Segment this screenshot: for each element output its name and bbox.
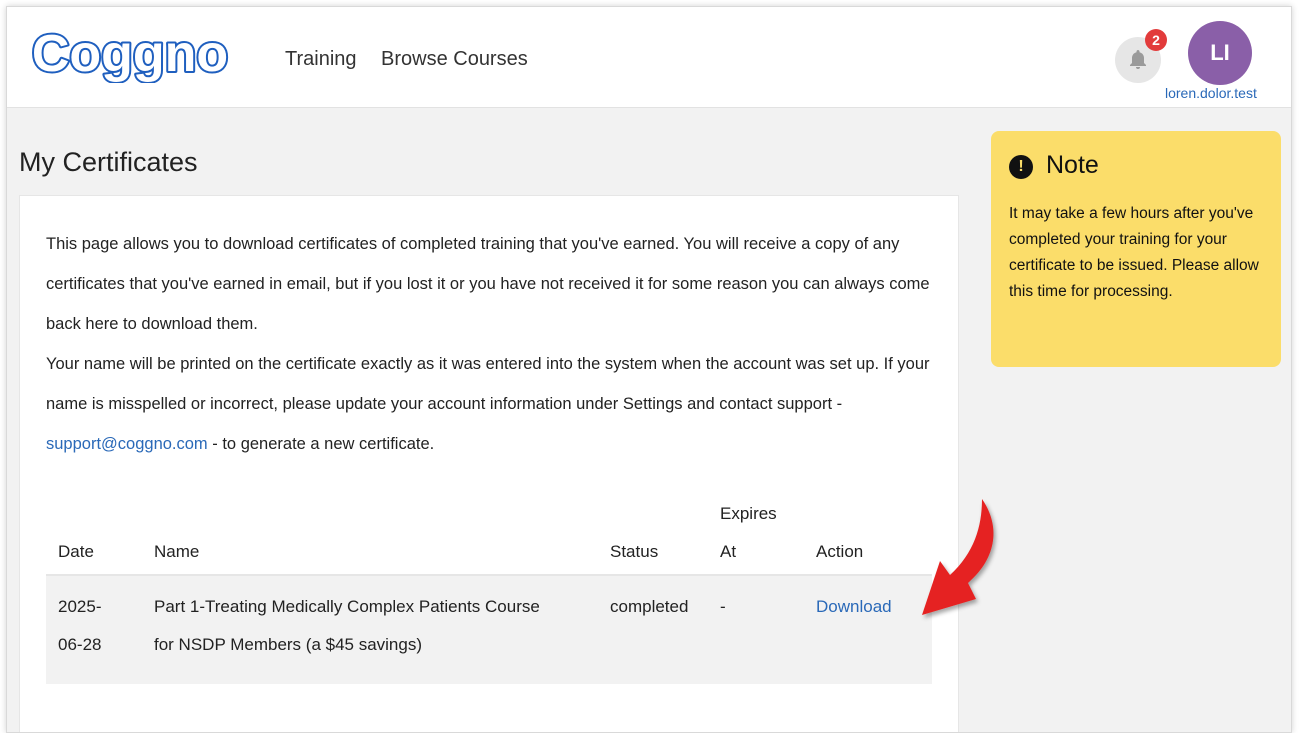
intro-paragraph-1: This page allows you to download certifi…: [46, 235, 930, 333]
row-status: completed: [610, 597, 689, 616]
note-text: It may take a few hours after you've com…: [1009, 205, 1259, 300]
nav-training-link[interactable]: Training: [285, 48, 357, 71]
row-name-line2: for NSDP Members (a $45 savings): [154, 635, 423, 654]
support-email-link[interactable]: support@coggno.com: [46, 435, 208, 453]
logo-text-outline: Coggno: [32, 25, 228, 83]
row-date-line2: 06-28: [58, 635, 102, 654]
col-header-expires-line2: At: [720, 542, 737, 561]
page-title: My Certificates: [19, 147, 198, 177]
notification-count-badge: 2: [1145, 29, 1167, 51]
download-link[interactable]: Download: [816, 588, 892, 626]
user-avatar[interactable]: LI: [1188, 21, 1252, 85]
red-pointer-arrow-icon: [922, 499, 994, 615]
username-link[interactable]: loren.dolor.test: [1165, 85, 1257, 101]
browser-viewport: Coggno Coggno Training Browse Courses 2 …: [6, 6, 1292, 733]
intro-paragraph-2: Your name will be printed on the certifi…: [46, 344, 946, 464]
col-header-date: Date: [58, 542, 94, 561]
intro-text: This page allows you to download certifi…: [46, 224, 946, 464]
intro-paragraph-2-end: - to generate a new certificate.: [207, 435, 435, 453]
exclamation-icon: !: [1009, 155, 1033, 179]
row-expires: -: [720, 597, 726, 616]
note-box: ! Note It may take a few hours after you…: [991, 131, 1281, 367]
note-title: Note: [1046, 151, 1099, 179]
top-navbar: Coggno Coggno Training Browse Courses 2 …: [7, 7, 1291, 108]
table-row: 2025- 06-28 Part 1-Treating Medically Co…: [46, 574, 932, 684]
intro-paragraph-2-start: Your name will be printed on the certifi…: [46, 355, 930, 413]
download-link-text[interactable]: Download: [816, 597, 892, 616]
bell-icon: [1130, 50, 1146, 69]
col-header-action: Action: [816, 542, 864, 561]
certificates-panel: This page allows you to download certifi…: [19, 195, 959, 732]
row-date-line1: 2025-: [58, 597, 102, 616]
col-header-status: Status: [610, 542, 659, 561]
nav-browse-courses-link[interactable]: Browse Courses: [381, 48, 528, 71]
row-name-line1: Part 1-Treating Medically Complex Patien…: [154, 597, 540, 616]
col-header-name: Name: [154, 542, 200, 561]
col-header-expires-line1: Expires: [720, 504, 777, 523]
coggno-logo[interactable]: Coggno Coggno: [19, 25, 241, 83]
